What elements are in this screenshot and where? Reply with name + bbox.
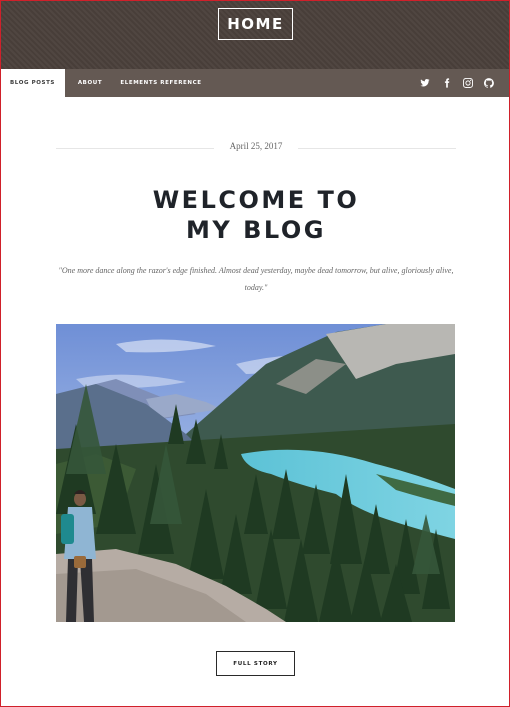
post-featured-image[interactable] xyxy=(56,324,455,622)
home-logo-button[interactable]: HOME xyxy=(218,8,293,40)
post-date: April 25, 2017 xyxy=(229,141,283,151)
site-header: HOME xyxy=(0,0,510,69)
full-story-button[interactable]: FULL STORY xyxy=(216,651,295,676)
facebook-icon[interactable] xyxy=(437,69,457,97)
nav-item-about[interactable]: ABOUT xyxy=(72,69,108,97)
post-title[interactable]: WELCOME TO MY BLOG xyxy=(56,185,456,245)
nav-item-elements-reference[interactable]: ELEMENTS REFERENCE xyxy=(118,69,204,97)
instagram-icon[interactable] xyxy=(458,69,478,97)
post-title-line-1: WELCOME TO xyxy=(152,186,360,214)
twitter-icon[interactable] xyxy=(415,69,435,97)
divider-right xyxy=(298,148,456,149)
post-excerpt-quote: "One more dance along the razor's edge f… xyxy=(58,266,454,292)
post-title-line-2: MY BLOG xyxy=(186,216,326,244)
divider-left xyxy=(56,148,214,149)
post-date-row: April 25, 2017 xyxy=(56,140,456,156)
nav-item-blog-posts[interactable]: BLOG POSTS xyxy=(0,69,65,97)
main-nav: BLOG POSTS ABOUT ELEMENTS REFERENCE xyxy=(0,69,510,97)
github-icon[interactable] xyxy=(479,69,499,97)
